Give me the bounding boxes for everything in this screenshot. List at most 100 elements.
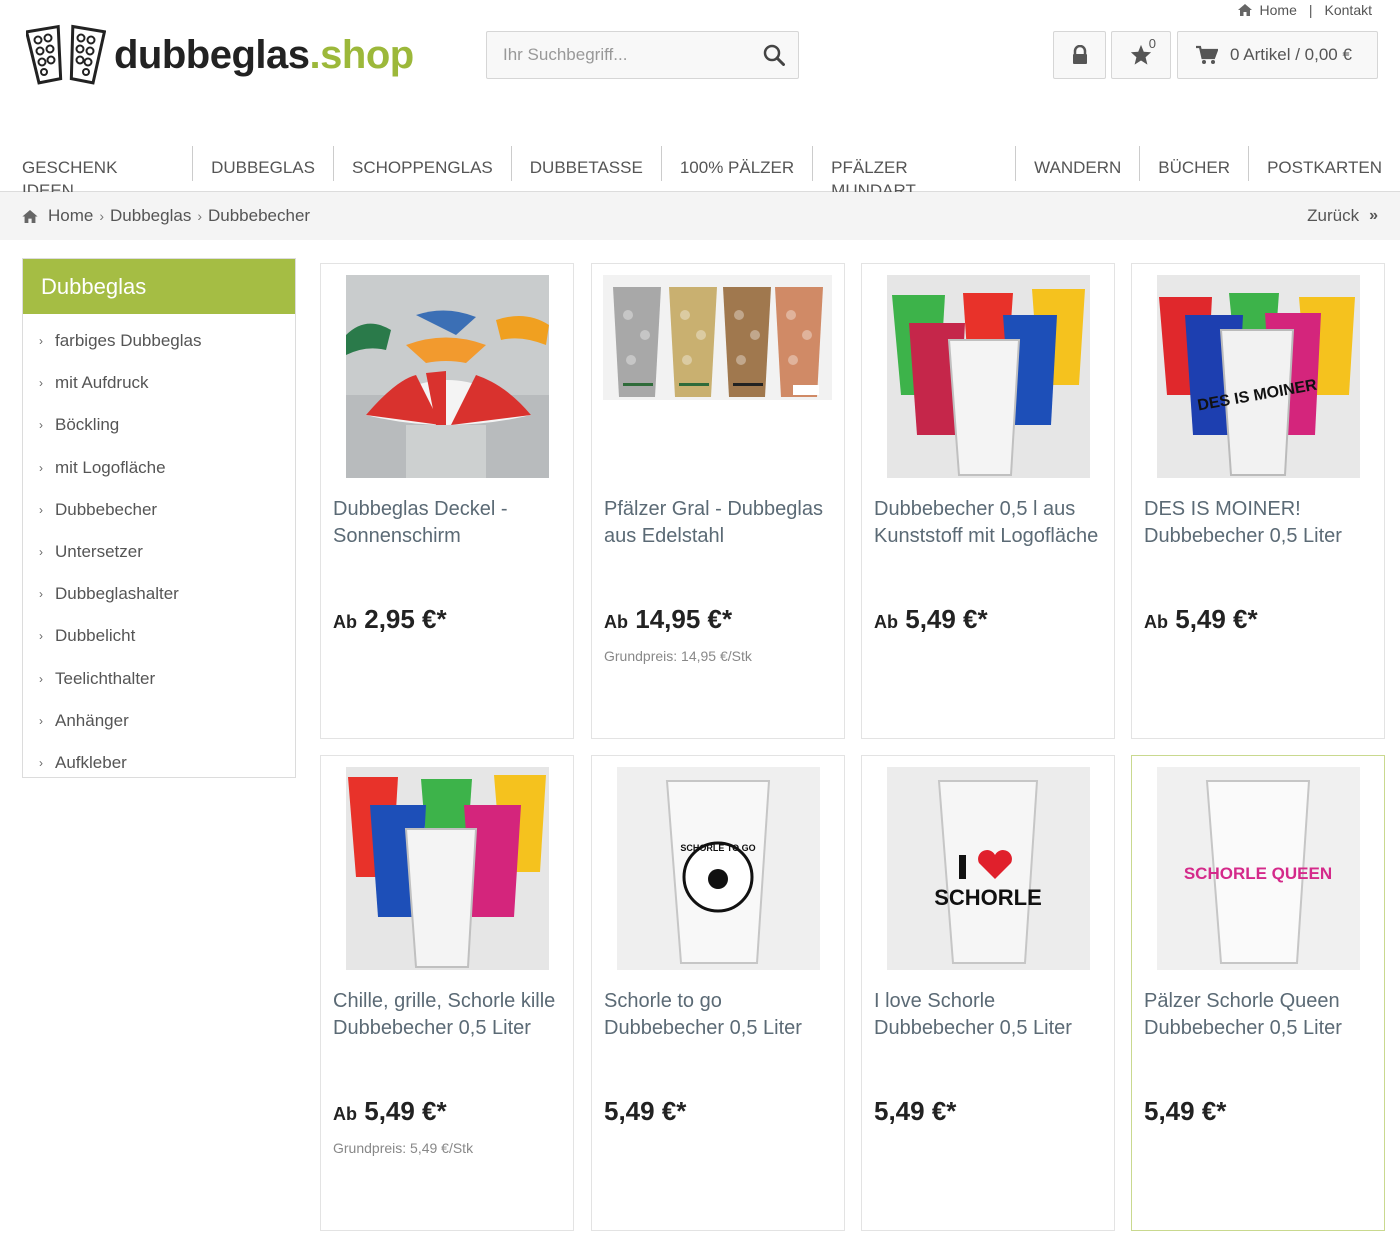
product-card[interactable]: SCHORLE TO GO Schorle to go Dubbebecher …: [591, 755, 845, 1231]
price-prefix: Ab: [333, 612, 357, 632]
product-card[interactable]: Dubbeglas Deckel - Sonnenschirm Ab 2,95 …: [320, 263, 574, 739]
search-input[interactable]: [487, 32, 750, 78]
breadcrumb-dubbeglas[interactable]: Dubbeglas: [110, 206, 191, 226]
sidebar-item-teelichthalter[interactable]: › Teelichthalter: [23, 658, 295, 700]
product-image-chille-cups[interactable]: [346, 767, 549, 970]
product-title[interactable]: Schorle to go Dubbebecher 0,5 Liter: [604, 988, 834, 1042]
product-image-steel-glasses[interactable]: [603, 275, 832, 400]
sidebar-item-label: Dubbebecher: [55, 499, 158, 519]
nav-item-dubbetasse[interactable]: DUBBETASSE: [512, 146, 662, 181]
shop-logo[interactable]: dubbeglas.shop: [26, 24, 414, 86]
sidebar-item-untersetzer[interactable]: › Untersetzer: [23, 531, 295, 573]
nav-item-dubbeglas[interactable]: DUBBEGLAS: [193, 146, 334, 181]
main-navigation: GESCHENK IDEEN DUBBEGLAS SCHOPPENGLAS DU…: [0, 146, 1400, 200]
product-title[interactable]: Dubbebecher 0,5 l aus Kunststoff mit Log…: [874, 496, 1104, 550]
price-value: 5,49 €*: [905, 604, 988, 634]
service-home-link[interactable]: Home: [1260, 2, 1297, 18]
price-prefix: Ab: [604, 612, 628, 632]
service-links: Home | Kontakt: [1237, 0, 1372, 20]
logo-text-main: dubbeglas: [114, 33, 310, 77]
category-sidebar: Dubbeglas › farbiges Dubbeglas › mit Aufdr…: [22, 258, 296, 778]
price-prefix: Ab: [333, 1104, 357, 1124]
chevron-right-icon: ›: [39, 755, 43, 770]
product-image-umbrella-lids[interactable]: [346, 275, 549, 478]
price-value: 2,95 €*: [364, 604, 447, 634]
sidebar-item-dubbebecher[interactable]: › Dubbebecher: [23, 489, 295, 531]
product-card[interactable]: Chille, grille, Schorle kille Dubbebeche…: [320, 755, 574, 1231]
product-image-text: SCHORLE QUEEN: [1184, 864, 1332, 883]
product-title[interactable]: Pfälzer Gral - Dubbeglas aus Edelstahl: [604, 496, 834, 550]
product-image-schorle-queen-cup[interactable]: SCHORLE QUEEN: [1157, 767, 1360, 970]
sidebar-item-label: farbiges Dubbeglas: [55, 331, 202, 351]
wishlist-count-badge: 0: [1148, 36, 1156, 51]
nav-item-schoppenglas[interactable]: SCHOPPENGLAS: [334, 146, 512, 181]
product-image-text: SCHORLE: [934, 885, 1042, 910]
nav-item-100-paelzer[interactable]: 100% PÄLZER: [662, 146, 814, 181]
search-button[interactable]: [750, 32, 798, 78]
sidebar-item-label: mit Logofläche: [55, 457, 166, 477]
double-chevron-right-icon: »: [1369, 207, 1378, 224]
product-title[interactable]: Pälzer Schorle Queen Dubbebecher 0,5 Lit…: [1144, 988, 1374, 1042]
product-card[interactable]: Dubbebecher 0,5 l aus Kunststoff mit Log…: [861, 263, 1115, 739]
price-value: 5,49 €*: [874, 1096, 957, 1126]
product-image-colored-cups[interactable]: [887, 275, 1090, 478]
breadcrumb-separator: ›: [99, 208, 105, 224]
sidebar-item-aufkleber[interactable]: › Aufkleber: [23, 742, 295, 784]
sidebar-item-mit-aufdruck[interactable]: › mit Aufdruck: [23, 362, 295, 404]
sidebar-item-farbiges-dubbeglas[interactable]: › farbiges Dubbeglas: [23, 320, 295, 362]
product-price: Ab 2,95 €*: [333, 604, 447, 635]
sidebar-item-dubbelicht[interactable]: › Dubbelicht: [23, 615, 295, 657]
product-title[interactable]: Chille, grille, Schorle kille Dubbebeche…: [333, 988, 563, 1042]
product-image-text: SCHORLE TO GO: [680, 843, 755, 853]
sidebar-title[interactable]: Dubbeglas: [23, 259, 295, 314]
price-value: 14,95 €*: [635, 604, 733, 634]
sidebar-item-label: Untersetzer: [55, 542, 143, 562]
chevron-right-icon: ›: [39, 334, 43, 349]
chevron-right-icon: ›: [39, 376, 43, 391]
search-bar: [486, 31, 799, 79]
sidebar-item-mit-logoflaeche[interactable]: › mit Logofläche: [23, 447, 295, 489]
product-price: 5,49 €*: [604, 1096, 686, 1127]
product-card[interactable]: SCHORLE I love Schorle Dubbebecher 0,5 L…: [861, 755, 1115, 1231]
wishlist-button[interactable]: 0: [1111, 31, 1171, 79]
nav-item-wandern[interactable]: WANDERN: [1016, 146, 1141, 181]
service-contact-link[interactable]: Kontakt: [1325, 2, 1372, 18]
sidebar-item-label: Dubbeglashalter: [55, 584, 179, 604]
sidebar-item-dubbeglashalter[interactable]: › Dubbeglashalter: [23, 573, 295, 615]
product-image-des-is-moiner-cups[interactable]: DES IS MOINER: [1157, 275, 1360, 478]
chevron-right-icon: ›: [39, 671, 43, 686]
breadcrumb-home[interactable]: Home: [48, 206, 93, 226]
product-card[interactable]: SCHORLE QUEEN Pälzer Schorle Queen Dubbe…: [1131, 755, 1385, 1231]
service-separator: |: [1308, 2, 1313, 18]
product-title[interactable]: Dubbeglas Deckel - Sonnenschirm: [333, 496, 563, 550]
product-image-i-love-schorle-cup[interactable]: SCHORLE: [887, 767, 1090, 970]
product-card[interactable]: DES IS MOINER DES IS MOINER! Dubbebecher…: [1131, 263, 1385, 739]
logo-glasses-icon: [26, 24, 106, 85]
sidebar-item-label: Aufkleber: [55, 752, 127, 772]
product-base-price: Grundpreis: 5,49 €/Stk: [333, 1140, 474, 1156]
product-price: Ab 14,95 €*: [604, 604, 732, 635]
nav-item-postkarten[interactable]: POSTKARTEN: [1249, 146, 1400, 181]
price-value: 5,49 €*: [1175, 604, 1258, 634]
price-value: 5,49 €*: [364, 1096, 447, 1126]
nav-item-buecher[interactable]: BÜCHER: [1140, 146, 1250, 181]
price-value: 5,49 €*: [604, 1096, 687, 1126]
product-title[interactable]: DES IS MOINER! Dubbebecher 0,5 Liter: [1144, 496, 1374, 550]
nav-item-pfaelzer-mundart[interactable]: PFÄLZER MUNDART: [813, 146, 1017, 200]
account-button[interactable]: [1053, 31, 1106, 79]
breadcrumb-separator: ›: [197, 208, 202, 224]
back-link[interactable]: Zurück »: [1307, 192, 1378, 240]
product-card[interactable]: Pfälzer Gral - Dubbeglas aus Edelstahl A…: [591, 263, 845, 739]
product-price: 5,49 €*: [874, 1096, 956, 1127]
cart-button[interactable]: 0 Artikel / 0,00 €: [1177, 31, 1378, 79]
nav-item-geschenk-ideen[interactable]: GESCHENK IDEEN: [4, 146, 194, 200]
product-image-schorle-to-go-cup[interactable]: SCHORLE TO GO: [617, 767, 820, 970]
product-price: Ab 5,49 €*: [1144, 604, 1258, 635]
sidebar-item-boeckling[interactable]: › Böckling: [23, 404, 295, 446]
back-label: Zurück: [1307, 206, 1360, 225]
product-title[interactable]: I love Schorle Dubbebecher 0,5 Liter: [874, 988, 1104, 1042]
search-icon: [763, 44, 785, 66]
sidebar-item-anhaenger[interactable]: › Anhänger: [23, 700, 295, 742]
breadcrumb-dubbebecher[interactable]: Dubbebecher: [208, 206, 310, 226]
product-price: Ab 5,49 €*: [333, 1096, 447, 1127]
